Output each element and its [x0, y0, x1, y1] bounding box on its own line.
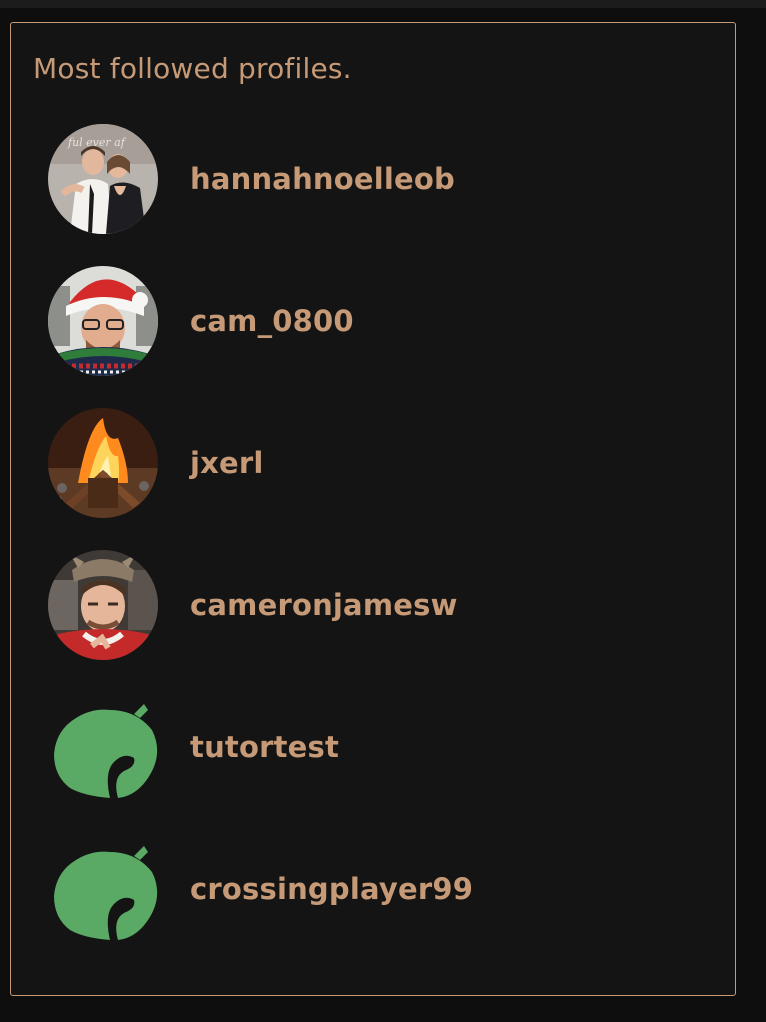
avatar[interactable]: ful ever af: [48, 124, 158, 234]
top-bar-strip: [0, 0, 766, 8]
profile-row-tutortest[interactable]: tutortest: [48, 692, 688, 802]
username[interactable]: crossingplayer99: [190, 872, 473, 906]
leaf-icon[interactable]: [48, 834, 158, 944]
username[interactable]: cam_0800: [190, 304, 354, 338]
profile-row-crossingplayer99[interactable]: crossingplayer99: [48, 834, 688, 944]
username[interactable]: jxerl: [190, 446, 264, 480]
profile-row-jxerl[interactable]: jxerl: [48, 408, 688, 518]
leaf-icon[interactable]: [48, 692, 158, 802]
username[interactable]: cameronjamesw: [190, 588, 458, 622]
profile-row-hannahnoelleob[interactable]: ful ever af hannahnoelleob: [48, 124, 688, 234]
profile-row-cam_0800[interactable]: cam_0800: [48, 266, 688, 376]
username[interactable]: tutortest: [190, 730, 339, 764]
avatar[interactable]: [48, 266, 158, 376]
profile-row-cameronjamesw[interactable]: cameronjamesw: [48, 550, 688, 660]
avatar[interactable]: [48, 408, 158, 518]
avatar[interactable]: [48, 550, 158, 660]
profile-list: ful ever af hannahnoelleob cam_0800 jxer…: [11, 23, 735, 995]
username[interactable]: hannahnoelleob: [190, 162, 455, 196]
most-followed-panel: Most followed profiles. ful ever af hann…: [10, 22, 736, 996]
